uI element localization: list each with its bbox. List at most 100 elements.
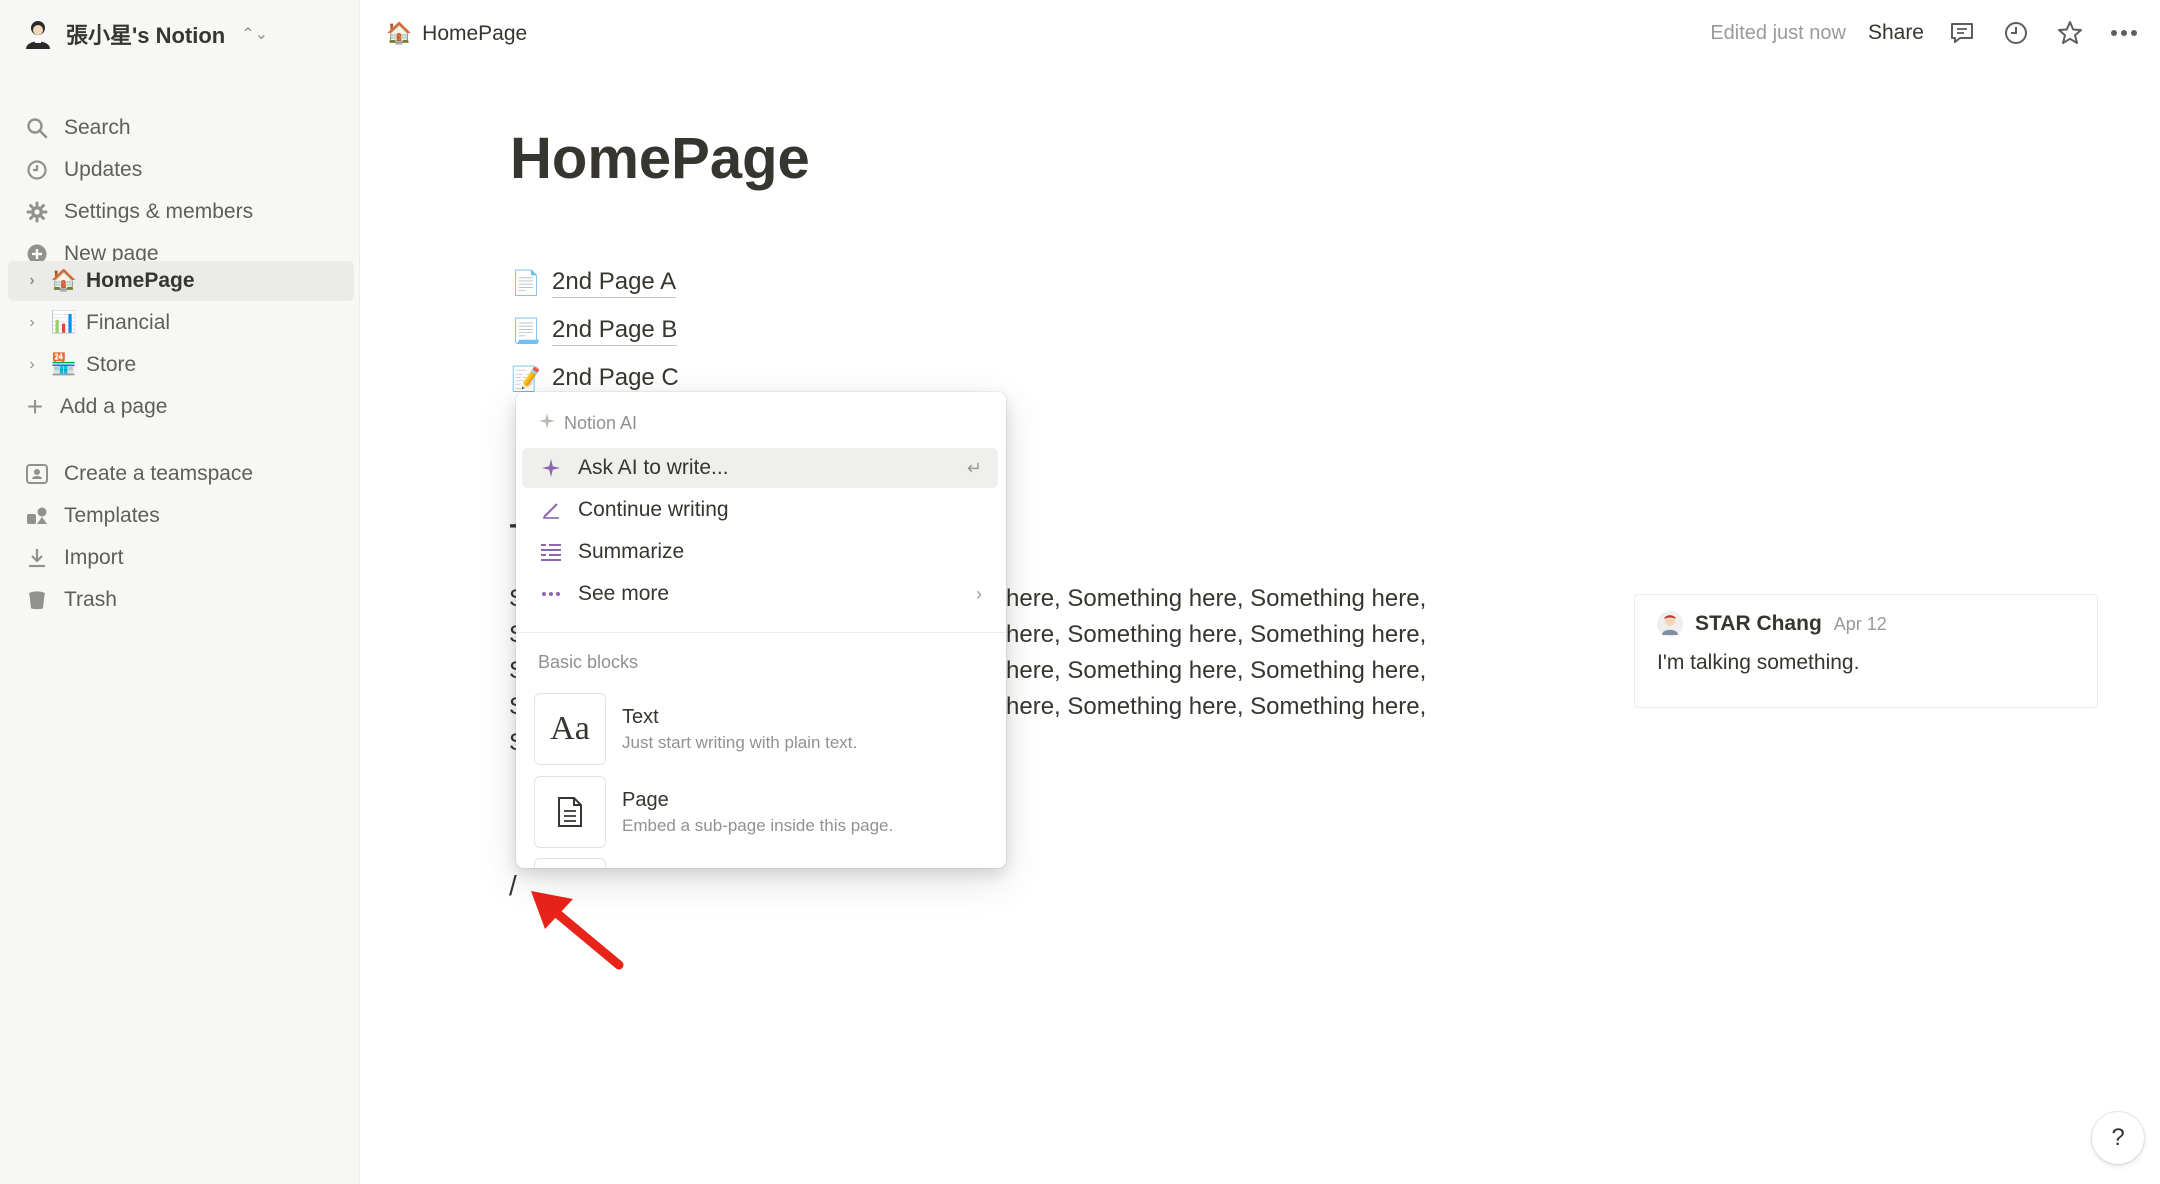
document-emoji-icon: 📄 xyxy=(511,269,541,297)
menu-item-ask-ai[interactable]: Ask AI to write... ↵ xyxy=(522,448,998,488)
sidebar-item-updates[interactable]: Updates xyxy=(8,150,354,190)
user-avatar-icon xyxy=(1657,611,1683,637)
add-page-label: Add a page xyxy=(60,395,168,418)
teamspace-icon xyxy=(24,461,50,487)
sidebar-item-templates[interactable]: Templates xyxy=(8,496,354,536)
block-description: Embed a sub-page inside this page. xyxy=(622,815,894,835)
menu-item-summarize[interactable]: Summarize xyxy=(522,532,998,572)
sidebar-page-financial[interactable]: › 📊 Financial xyxy=(8,303,354,343)
sidebar-item-import[interactable]: Import xyxy=(8,538,354,578)
memo-emoji-icon: 📝 xyxy=(511,365,541,393)
section-label: Notion AI xyxy=(564,413,638,433)
sparkle-icon xyxy=(538,455,564,481)
chevron-right-icon[interactable]: › xyxy=(22,272,42,290)
trash-icon xyxy=(24,587,50,613)
chevron-right-icon: › xyxy=(976,583,982,604)
menu-item-label: See more xyxy=(578,582,670,605)
body-text-line[interactable]: here, Something here, Something here, xyxy=(1006,693,1426,721)
sidebar-item-create-teamspace[interactable]: Create a teamspace xyxy=(8,454,354,494)
slash-command-menu: Notion AI Ask AI to write... ↵ Continue … xyxy=(516,392,1006,868)
comment-date: Apr 12 xyxy=(1833,613,1887,634)
star-icon[interactable] xyxy=(2054,17,2086,49)
search-icon xyxy=(24,115,50,141)
menu-item-label: Continue writing xyxy=(578,498,729,521)
menu-section-basic-blocks: Basic blocks xyxy=(538,652,639,672)
help-button[interactable]: ? xyxy=(2092,1112,2144,1164)
sparkle-icon xyxy=(538,412,556,435)
sidebar-page-label: Store xyxy=(86,353,137,376)
menu-block-text[interactable]: Aa Text Just start writing with plain te… xyxy=(534,692,994,766)
chevron-updown-icon: ⌃⌄ xyxy=(241,26,269,43)
block-description: Just start writing with plain text. xyxy=(622,732,858,752)
body-text-line[interactable]: here, Something here, Something here, xyxy=(1006,585,1426,613)
clock-icon xyxy=(24,157,50,183)
plus-icon: + xyxy=(26,391,44,422)
body-text-line[interactable]: here, Something here, Something here, xyxy=(1006,657,1426,685)
person-avatar-icon xyxy=(22,18,54,50)
sidebar-item-label: Templates xyxy=(64,504,160,527)
body-text-line[interactable]: here, Something here, Something here, xyxy=(1006,621,1426,649)
menu-divider xyxy=(516,632,1006,633)
menu-section-notion-ai: Notion AI xyxy=(538,412,637,435)
sidebar-item-label: Create a teamspace xyxy=(64,462,254,485)
block-title: Text xyxy=(622,705,659,728)
subpage-label: 2nd Page B xyxy=(552,316,678,346)
sidebar-item-trash[interactable]: Trash xyxy=(8,580,354,620)
share-button[interactable]: Share xyxy=(1868,21,1924,45)
breadcrumb-page[interactable]: HomePage xyxy=(422,22,527,46)
next-block-thumb[interactable] xyxy=(534,858,606,868)
menu-item-label: Summarize xyxy=(578,540,685,563)
gear-icon xyxy=(24,199,50,225)
workspace-name: 張小星's Notion xyxy=(66,23,226,48)
comment-card[interactable]: STAR Chang Apr 12 I'm talking something. xyxy=(1634,594,2098,708)
subpage-label: 2nd Page A xyxy=(552,268,677,298)
chevron-right-icon[interactable]: › xyxy=(22,314,42,332)
subpage-link-b[interactable]: 📃 2nd Page B xyxy=(510,309,678,353)
workspace-switcher[interactable]: 張小星's Notion ⌃⌄ xyxy=(22,14,268,54)
comment-author: STAR Chang xyxy=(1695,612,1822,635)
sidebar-item-label: Import xyxy=(64,546,124,569)
house-emoji-icon: 🏠 xyxy=(50,269,78,292)
text-aa-icon: Aa xyxy=(534,693,606,765)
sidebar-item-search[interactable]: Search xyxy=(8,108,354,148)
house-emoji-icon: 🏠 xyxy=(386,22,413,45)
sidebar-item-label: Settings & members xyxy=(64,200,254,223)
sidebar-page-label: HomePage xyxy=(86,269,195,292)
breadcrumb[interactable]: 🏠 HomePage xyxy=(386,16,527,52)
subpage-label: 2nd Page C xyxy=(552,364,679,394)
subpage-link-a[interactable]: 📄 2nd Page A xyxy=(510,261,677,305)
store-emoji-icon: 🏪 xyxy=(50,353,78,376)
comment-header: STAR Chang Apr 12 xyxy=(1657,611,1887,637)
sidebar: 張小星's Notion ⌃⌄ Search Updates Settings … xyxy=(0,0,360,1184)
sidebar-page-label: Financial xyxy=(86,311,171,334)
edited-status: Edited just now xyxy=(1710,21,1846,44)
sidebar-page-store[interactable]: › 🏪 Store xyxy=(8,345,354,385)
sidebar-item-label: Trash xyxy=(64,588,117,611)
enter-key-icon: ↵ xyxy=(966,457,982,478)
chart-emoji-icon: 📊 xyxy=(50,311,78,334)
slash-command-input[interactable]: / xyxy=(509,870,517,902)
templates-icon xyxy=(24,503,50,529)
menu-item-continue-writing[interactable]: Continue writing xyxy=(522,490,998,530)
sidebar-item-label: Search xyxy=(64,116,131,139)
topbar-actions: Edited just now Share xyxy=(1710,12,2140,54)
sidebar-item-label: Updates xyxy=(64,158,143,181)
more-ellipsis-icon[interactable] xyxy=(2108,17,2140,49)
comment-icon[interactable] xyxy=(1946,17,1978,49)
history-clock-icon[interactable] xyxy=(2000,17,2032,49)
sidebar-page-homepage[interactable]: › 🏠 HomePage xyxy=(8,261,354,301)
sidebar-item-settings[interactable]: Settings & members xyxy=(8,192,354,232)
chevron-right-icon[interactable]: › xyxy=(22,356,42,374)
menu-item-see-more[interactable]: See more › xyxy=(522,574,998,614)
import-icon xyxy=(24,545,50,571)
menu-block-page[interactable]: Page Embed a sub-page inside this page. xyxy=(534,775,994,849)
block-title: Page xyxy=(622,788,669,811)
pen-icon xyxy=(538,497,564,523)
comment-text: I'm talking something. xyxy=(1657,651,1860,674)
list-icon xyxy=(538,539,564,565)
red-arrow-annotation xyxy=(531,891,624,970)
scroll-emoji-icon: 📃 xyxy=(511,317,541,345)
page-title[interactable]: HomePage xyxy=(510,125,810,192)
menu-item-label: Ask AI to write... xyxy=(578,456,729,479)
add-page-button[interactable]: + Add a page xyxy=(8,387,354,427)
